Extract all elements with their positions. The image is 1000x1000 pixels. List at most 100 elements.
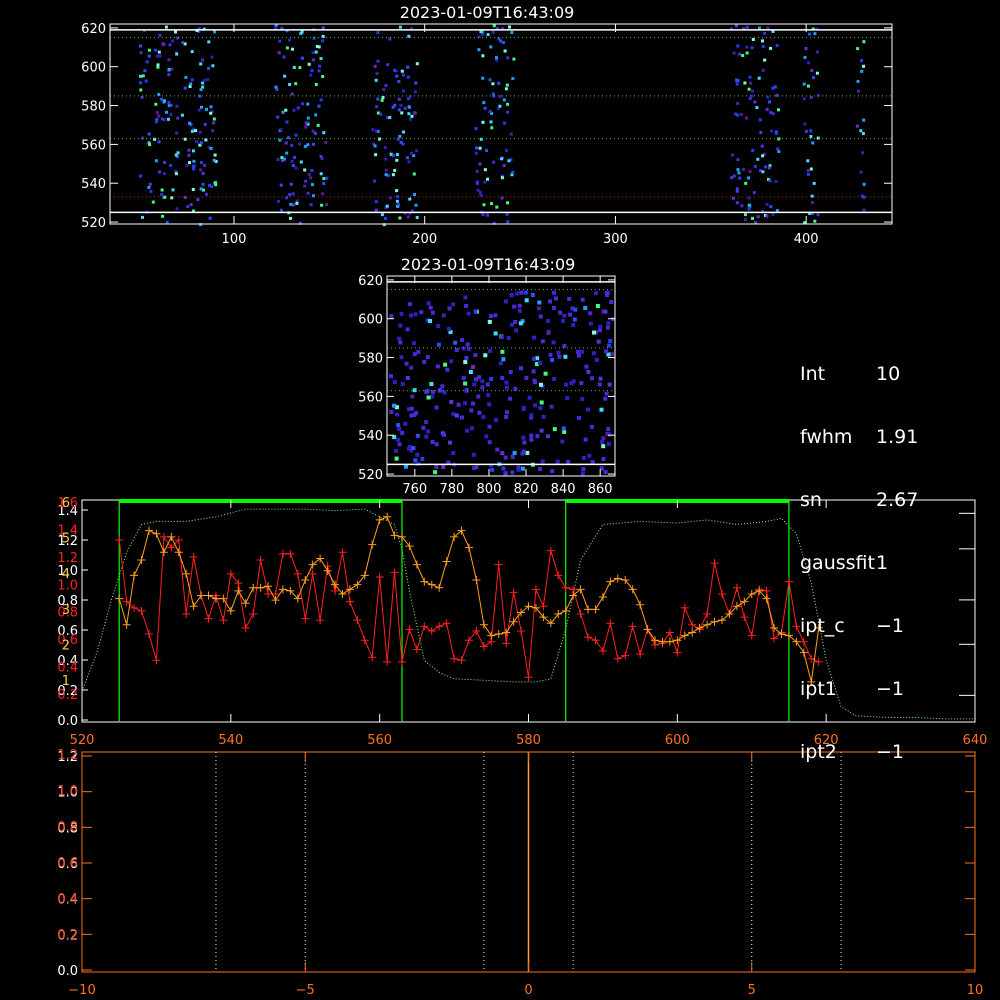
zoom-pixel [409, 365, 414, 370]
image-pixel [167, 68, 171, 72]
orange-profile-point [144, 526, 153, 535]
x-tick-label: 600 [665, 733, 690, 748]
image-pixel [274, 85, 278, 89]
image-pixel [322, 131, 326, 135]
image-pixel [483, 180, 487, 184]
orange-profile-point [606, 577, 615, 586]
zoom-pixel [445, 367, 450, 372]
zoom-pixel [481, 415, 486, 420]
image-pixel [777, 108, 780, 112]
image-pixel [737, 171, 741, 175]
orange-profile-point [636, 600, 645, 609]
image-pixel [502, 98, 506, 102]
image-pixel [495, 205, 499, 209]
zoom-pixel [577, 415, 581, 420]
zoom-pixel [404, 361, 409, 366]
zoom-pixel [490, 467, 495, 472]
image-pixel [756, 157, 760, 161]
image-pixel [388, 116, 392, 119]
image-pixel [373, 144, 377, 148]
zoom-pixel [441, 313, 446, 318]
zoom-pixel [565, 396, 570, 400]
red-profile-point [256, 556, 265, 564]
orange-profile-point [598, 593, 607, 602]
zoom-pixel [531, 369, 536, 374]
zoom-pixel [486, 393, 491, 397]
zoom-pixel [394, 456, 399, 461]
zoom-pixel [599, 407, 604, 412]
image-pixel [751, 149, 755, 152]
image-pixel [813, 219, 817, 223]
image-pixel [475, 146, 479, 150]
image-pixel [407, 160, 411, 164]
image-pixel [169, 163, 173, 167]
zoom-pixel [552, 427, 557, 432]
image-pixel [399, 103, 403, 107]
image-pixel [861, 151, 865, 155]
image-pixel [188, 85, 192, 88]
image-pixel [736, 101, 740, 105]
x-tick-label: 760 [402, 482, 427, 497]
image-pixel [187, 153, 191, 157]
image-pixel [400, 111, 404, 115]
image-pixel [190, 129, 194, 133]
image-pixel [191, 188, 195, 191]
image-pixel [300, 56, 304, 60]
zoom-pixel [561, 318, 566, 323]
zoom-pixel [580, 471, 585, 476]
zoom-pixel [524, 375, 529, 380]
image-pixel [144, 79, 148, 83]
image-pixel [298, 66, 302, 70]
zoom-pixel [510, 455, 515, 459]
image-pixel [751, 216, 754, 220]
red-profile-point [450, 654, 459, 663]
image-pixel [299, 160, 303, 164]
image-pixel [318, 64, 322, 68]
image-pixel [753, 164, 757, 168]
red-profile-point [680, 603, 689, 612]
image-pixel [280, 156, 284, 159]
x-tick-label: −10 [68, 983, 95, 998]
image-pixel [492, 24, 496, 28]
red-profile-point [241, 623, 250, 632]
image-pixel [194, 129, 198, 133]
image-pixel [211, 129, 215, 133]
red-profile-point [353, 616, 362, 625]
zoom-pixel [403, 421, 408, 426]
red-profile-point [189, 552, 198, 561]
image-pixel [760, 144, 764, 148]
zoom-pixel [529, 437, 534, 442]
red-profile-point [621, 651, 630, 660]
zoom-pixel [590, 376, 594, 381]
zoom-pixel [580, 397, 585, 402]
red-profile-point [688, 620, 697, 629]
image-pixel [169, 112, 173, 116]
image-pixel [156, 63, 160, 67]
image-pixel [407, 112, 411, 116]
zoom-pixel [464, 388, 469, 392]
image-pixel [396, 137, 400, 141]
zoom-pixel [412, 341, 416, 346]
image-pixel [200, 105, 203, 109]
image-pixel [478, 146, 482, 150]
image-pixel [276, 158, 280, 161]
zoom-pixel [579, 381, 584, 386]
image-pixel [809, 129, 813, 133]
image-pixel [415, 149, 419, 153]
image-pixel [745, 45, 749, 49]
image-pixel [769, 46, 773, 50]
zoom-pixel [415, 452, 420, 457]
zoom-pixel [561, 426, 566, 431]
image-pixel [325, 176, 329, 180]
image-pixel [175, 131, 179, 135]
image-pixel [201, 58, 205, 62]
zoom-pixel [392, 380, 397, 385]
image-pixel [145, 60, 149, 64]
red-profile-point [144, 630, 153, 639]
image-pixel [410, 114, 414, 118]
image-pixel [777, 150, 781, 153]
image-pixel [151, 200, 155, 204]
zoom-pixel [540, 339, 545, 344]
image-pixel [301, 102, 305, 106]
orange-profile-point [271, 596, 280, 605]
